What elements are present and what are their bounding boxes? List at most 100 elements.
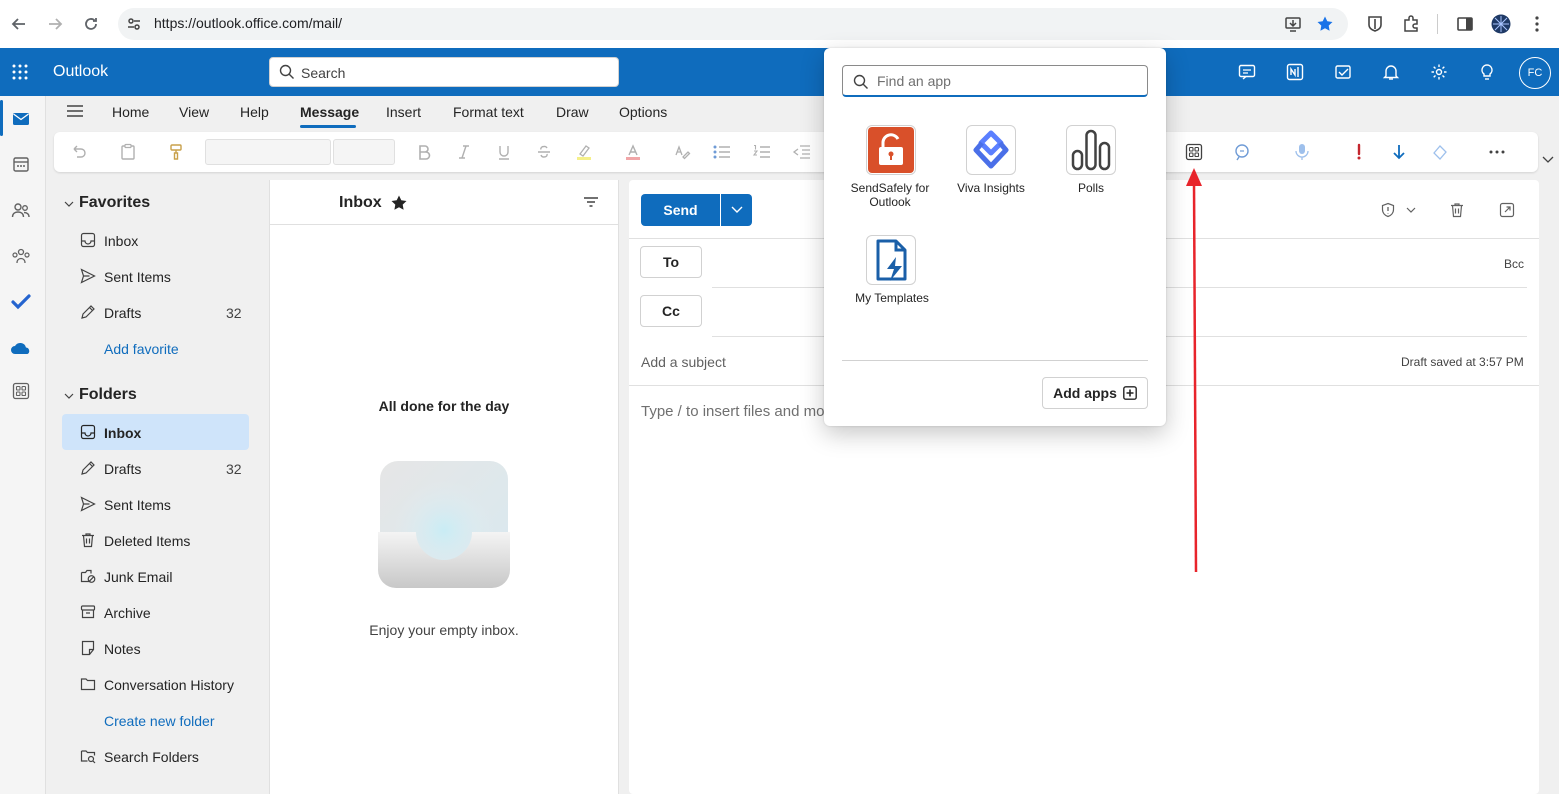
mail-icon[interactable] <box>8 106 34 132</box>
chevron-down-icon[interactable] <box>64 391 74 401</box>
undo-icon[interactable] <box>66 140 90 164</box>
favorites-header[interactable]: Favorites <box>79 194 150 212</box>
tab-format-text[interactable]: Format text <box>453 104 524 120</box>
italic-icon[interactable] <box>452 140 476 164</box>
chevron-down-icon[interactable] <box>64 199 74 209</box>
notifications-bell-icon[interactable] <box>1375 56 1407 88</box>
subject-input[interactable]: Add a subject <box>641 354 726 370</box>
styles-icon[interactable] <box>670 140 694 164</box>
bullets-icon[interactable] <box>710 140 734 164</box>
app-launcher-icon[interactable] <box>4 56 36 88</box>
profile-avatar-icon[interactable] <box>1489 12 1513 36</box>
more-options-icon[interactable] <box>1485 140 1509 164</box>
folder-label: Archive <box>104 605 151 621</box>
send-icon <box>80 268 98 286</box>
browser-menu-icon[interactable] <box>1525 12 1549 36</box>
to-button[interactable]: To <box>640 246 702 278</box>
unread-count: 32 <box>226 305 242 321</box>
paste-icon[interactable] <box>116 140 140 164</box>
cc-button[interactable]: Cc <box>640 295 702 327</box>
chevron-down-icon[interactable] <box>1406 207 1416 214</box>
highlight-icon[interactable] <box>572 140 596 164</box>
app-sendsafely[interactable] <box>866 125 916 175</box>
sensitivity-shield-icon[interactable] <box>1380 202 1396 218</box>
font-family-select[interactable] <box>205 139 331 165</box>
settings-gear-icon[interactable] <box>1423 56 1455 88</box>
account-avatar[interactable]: FC <box>1519 57 1551 89</box>
add-apps-label: Add apps <box>1053 385 1117 401</box>
bold-icon[interactable] <box>412 140 436 164</box>
extensions-puzzle-icon[interactable] <box>1399 12 1423 36</box>
copilot-icon[interactable] <box>1231 140 1255 164</box>
calendar-icon[interactable] <box>8 151 34 177</box>
strikethrough-icon[interactable] <box>532 140 556 164</box>
chrome-divider <box>1437 14 1438 34</box>
site-settings-icon[interactable] <box>122 12 146 36</box>
add-favorite-link[interactable]: Add favorite <box>104 341 179 357</box>
bitwarden-extension-icon[interactable] <box>1363 12 1387 36</box>
inbox-icon <box>80 232 98 250</box>
empty-inbox-title: All done for the day <box>378 398 510 414</box>
tab-message[interactable]: Message <box>300 104 359 120</box>
font-color-icon[interactable] <box>621 140 645 164</box>
archive-icon <box>80 604 98 622</box>
bcc-button[interactable]: Bcc <box>1504 257 1524 271</box>
tab-insert[interactable]: Insert <box>386 104 421 120</box>
onedrive-cloud-icon[interactable] <box>8 335 34 361</box>
dictate-mic-icon[interactable] <box>1290 140 1314 164</box>
add-apps-button[interactable]: Add apps <box>1042 377 1148 409</box>
reload-icon[interactable] <box>79 12 103 36</box>
active-tab-indicator <box>300 125 356 128</box>
favorite-label: Inbox <box>104 233 139 249</box>
back-arrow-icon[interactable] <box>7 12 31 36</box>
importance-high-icon[interactable] <box>1347 140 1371 164</box>
send-button[interactable]: Send <box>641 194 720 226</box>
importance-low-icon[interactable] <box>1387 140 1411 164</box>
font-size-select[interactable] <box>333 139 395 165</box>
install-app-icon[interactable] <box>1281 12 1305 36</box>
trash-icon <box>80 532 98 550</box>
folder-label: Junk Email <box>104 569 173 585</box>
side-panel-icon[interactable] <box>1453 12 1477 36</box>
create-new-folder-link[interactable]: Create new folder <box>104 713 215 729</box>
app-brand[interactable]: Outlook <box>53 63 108 81</box>
favorite-star-icon[interactable] <box>390 194 408 212</box>
sensitivity-icon[interactable] <box>1428 140 1452 164</box>
people-icon[interactable] <box>8 197 34 223</box>
send-options-button[interactable] <box>721 194 752 226</box>
tab-options[interactable]: Options <box>619 104 667 120</box>
unread-count: 32 <box>226 461 242 477</box>
collapse-ribbon-chevron-icon[interactable] <box>1542 156 1554 164</box>
groups-icon[interactable] <box>8 243 34 269</box>
search-icon <box>279 64 295 80</box>
folders-header[interactable]: Folders <box>79 386 137 404</box>
forward-arrow-icon[interactable] <box>43 12 67 36</box>
find-app-input[interactable] <box>842 65 1148 97</box>
app-my-templates[interactable] <box>866 235 916 285</box>
app-label: My Templates <box>855 291 929 305</box>
tab-draw[interactable]: Draw <box>556 104 589 120</box>
tab-home[interactable]: Home <box>112 104 149 120</box>
teams-chat-icon[interactable] <box>1231 56 1263 88</box>
message-body-input[interactable]: Type / to insert files and mo <box>641 403 824 420</box>
onenote-icon[interactable] <box>1279 56 1311 88</box>
more-apps-icon[interactable] <box>8 378 34 404</box>
tab-view[interactable]: View <box>179 104 209 120</box>
format-painter-icon[interactable] <box>164 140 188 164</box>
tips-lightbulb-icon[interactable] <box>1471 56 1503 88</box>
hamburger-menu-icon[interactable] <box>64 102 86 120</box>
my-day-icon[interactable] <box>1327 56 1359 88</box>
underline-icon[interactable] <box>492 140 516 164</box>
pop-out-icon[interactable] <box>1499 202 1515 218</box>
app-polls[interactable] <box>1066 125 1116 175</box>
tab-help[interactable]: Help <box>240 104 269 120</box>
decrease-indent-icon[interactable] <box>790 140 814 164</box>
filter-icon[interactable] <box>582 194 600 210</box>
url-text[interactable]: https://outlook.office.com/mail/ <box>154 15 342 31</box>
ribbon-tab-row <box>46 96 1559 130</box>
numbering-icon[interactable] <box>750 140 774 164</box>
bookmark-star-icon[interactable] <box>1313 12 1337 36</box>
discard-trash-icon[interactable] <box>1449 202 1465 218</box>
todo-check-icon[interactable] <box>8 289 34 315</box>
app-viva-insights[interactable] <box>966 125 1016 175</box>
